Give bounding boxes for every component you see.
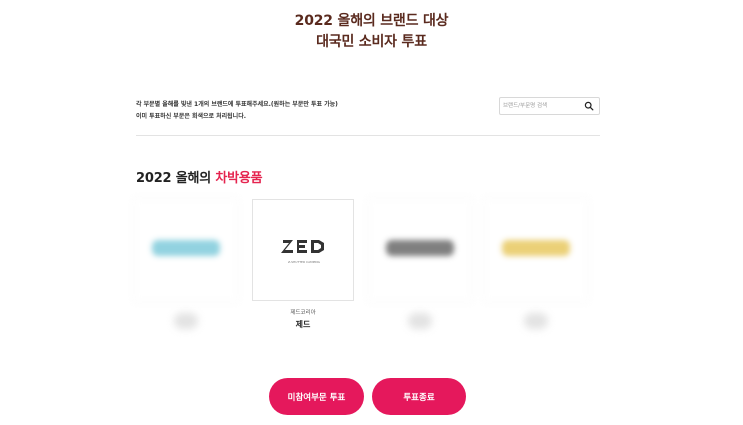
page-title: 2022 올해의 브랜드 대상 대국민 소비자 투표 [0,11,743,53]
brand-logo-image [502,240,570,256]
partial-vote-button[interactable]: 미참여부문 투표 [269,378,364,415]
brand-name: 제드 [295,320,311,329]
page-title-line1: 2022 올해의 브랜드 대상 [294,13,449,29]
brand-logo-image [152,240,220,256]
brand-logo-box [485,199,587,301]
notice-line1: 각 부문별 올해를 빛낸 1개의 브랜드에 투표해주세요.(원하는 부문만 투표… [136,101,338,108]
brand-label-placeholder [524,313,548,329]
brand-logo-box: Z-SHUTTER CAMPING [252,199,354,301]
brand-label-placeholder [174,313,198,329]
brand-card-zed[interactable]: Z-SHUTTER CAMPING 제드코리아 제드 [252,199,354,330]
zed-logo-sub: Z-SHUTTER CAMPING [288,260,321,264]
zed-logo: Z-SHUTTER CAMPING [281,240,324,264]
brand-card-1[interactable] [135,199,237,329]
category-title: 2022 올해의 차박용품 [136,167,263,186]
page-title-line2: 대국민 소비자 투표 [316,34,427,50]
section-divider [136,135,600,136]
category-title-name: 차박용품 [215,171,263,186]
brand-card-3[interactable] [369,199,471,329]
brand-card-4[interactable] [485,199,587,329]
search-icon[interactable] [584,101,594,111]
brand-logo-box [369,199,471,301]
brand-company: 제드코리아 [290,310,316,316]
category-title-prefix: 2022 올해의 [136,171,211,186]
brand-label-placeholder [408,313,432,329]
brand-logo-image [386,240,454,256]
brand-logo-box [135,199,237,301]
search-input[interactable] [503,100,581,112]
notice-line2: 이미 투표하신 부문은 회색으로 처리됩니다. [136,113,246,120]
vote-notice: 각 부문별 올해를 빛낸 1개의 브랜드에 투표해주세요.(원하는 부문만 투표… [136,99,338,123]
search-box [499,97,600,115]
finish-vote-button[interactable]: 투표종료 [372,378,466,415]
